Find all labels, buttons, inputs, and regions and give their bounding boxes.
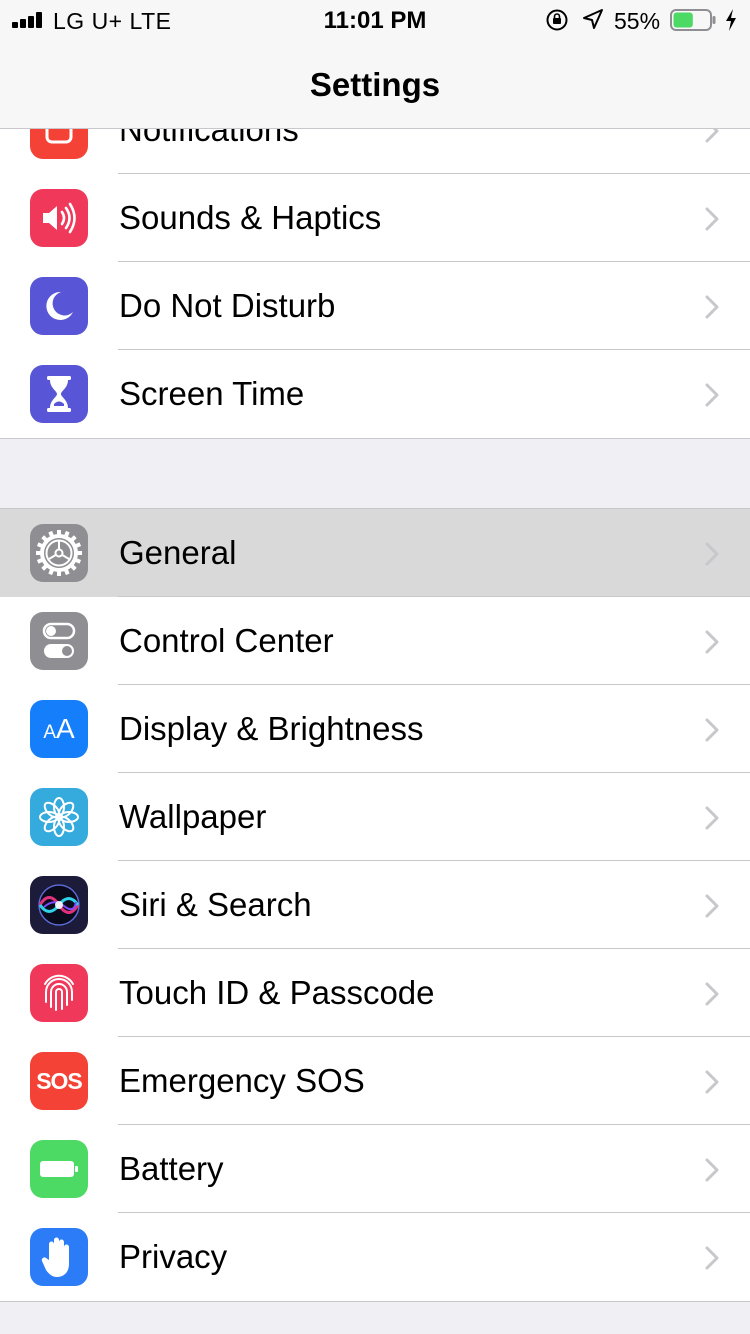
row-label: Sounds & Haptics (119, 199, 382, 236)
chevron-right-icon (705, 982, 719, 1006)
gear-icon (30, 524, 88, 582)
toggles-icon (30, 612, 88, 670)
chevron-right-icon (705, 894, 719, 918)
row-control-center[interactable]: Control Center (0, 597, 750, 685)
chevron-right-icon (705, 1070, 719, 1094)
fingerprint-icon (30, 964, 88, 1022)
sos-icon-text: SOS (36, 1067, 83, 1094)
moon-icon (30, 277, 88, 335)
chevron-right-icon (705, 1246, 719, 1270)
row-label: Screen Time (119, 375, 305, 412)
chevron-right-icon (705, 542, 719, 566)
row-screen-time[interactable]: Screen Time (0, 350, 750, 438)
row-do-not-disturb[interactable]: Do Not Disturb (0, 262, 750, 350)
chevron-right-icon (705, 383, 719, 407)
row-emergency-sos[interactable]: SOS Emergency SOS (0, 1037, 750, 1125)
chevron-right-icon (705, 295, 719, 319)
speaker-icon (30, 189, 88, 247)
row-label: Battery (119, 1150, 224, 1187)
rotation-lock-icon (546, 9, 568, 31)
status-battery-icon (670, 9, 716, 31)
row-label: Wallpaper (119, 798, 267, 835)
settings-group-2: General Control Center AA Display & Brig… (0, 508, 750, 1302)
row-touch-id-passcode[interactable]: Touch ID & Passcode (0, 949, 750, 1037)
chevron-right-icon (705, 207, 719, 231)
chevron-right-icon (705, 806, 719, 830)
sos-icon: SOS (30, 1052, 88, 1110)
row-siri-search[interactable]: Siri & Search (0, 861, 750, 949)
row-sounds-haptics[interactable]: Sounds & Haptics (0, 174, 750, 262)
row-label: Control Center (119, 622, 334, 659)
settings-group-1: Notifications Sounds & Haptics Do Not Di… (0, 86, 750, 439)
status-bar: LG U+ LTE 11:01 PM 55% (0, 0, 750, 40)
location-arrow-icon (583, 9, 603, 29)
row-privacy[interactable]: Privacy (0, 1213, 750, 1301)
chevron-right-icon (705, 718, 719, 742)
page-title: Settings (309, 66, 441, 103)
row-general[interactable]: General (0, 509, 750, 597)
row-display-brightness[interactable]: AA Display & Brightness (0, 685, 750, 773)
row-label: Siri & Search (119, 886, 312, 923)
siri-icon (30, 876, 88, 934)
chevron-right-icon (705, 1158, 719, 1182)
top-bar: LG U+ LTE 11:01 PM 55% Settings (0, 0, 750, 129)
hand-icon (30, 1228, 88, 1286)
text-size-icon: AA (30, 700, 88, 758)
battery-percent: 55% (614, 8, 661, 34)
row-label: Emergency SOS (119, 1062, 365, 1099)
row-label: Touch ID & Passcode (119, 974, 435, 1011)
row-battery[interactable]: Battery (0, 1125, 750, 1213)
chevron-right-icon (705, 630, 719, 654)
charging-bolt-icon (726, 9, 736, 31)
flower-icon (30, 788, 88, 846)
row-label: General (119, 534, 237, 571)
battery-icon (30, 1140, 88, 1198)
row-label: Privacy (119, 1238, 228, 1275)
row-label: Display & Brightness (119, 710, 424, 747)
row-wallpaper[interactable]: Wallpaper (0, 773, 750, 861)
hourglass-icon (30, 365, 88, 423)
row-label: Do Not Disturb (119, 287, 336, 324)
